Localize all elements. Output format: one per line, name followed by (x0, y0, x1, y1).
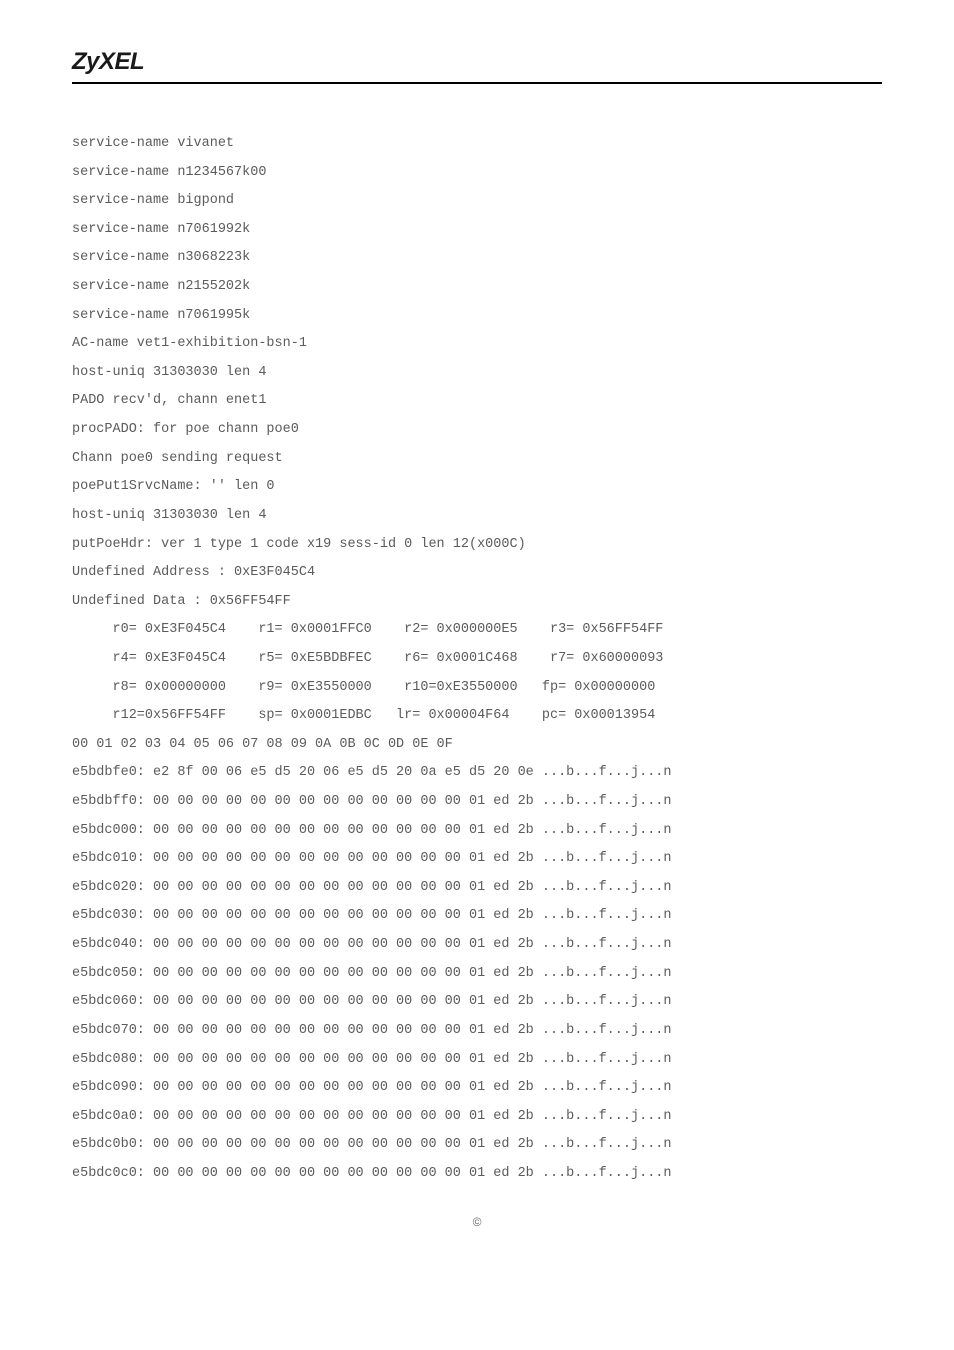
log-line: r0= 0xE3F045C4 r1= 0x0001FFC0 r2= 0x0000… (72, 616, 882, 645)
log-line: e5bdbff0: 00 00 00 00 00 00 00 00 00 00 … (72, 788, 882, 817)
log-line: e5bdc010: 00 00 00 00 00 00 00 00 00 00 … (72, 845, 882, 874)
log-output: service-name vivanetservice-name n123456… (72, 130, 882, 1189)
log-line: e5bdc0b0: 00 00 00 00 00 00 00 00 00 00 … (72, 1131, 882, 1160)
log-line: e5bdc040: 00 00 00 00 00 00 00 00 00 00 … (72, 931, 882, 960)
log-line: e5bdc0c0: 00 00 00 00 00 00 00 00 00 00 … (72, 1160, 882, 1189)
log-line: service-name n7061995k (72, 302, 882, 331)
log-line: PADO recv'd, chann enet1 (72, 387, 882, 416)
log-line: poePut1SrvcName: '' len 0 (72, 473, 882, 502)
log-line: 00 01 02 03 04 05 06 07 08 09 0A 0B 0C 0… (72, 731, 882, 760)
copyright-symbol: © (473, 1215, 482, 1229)
log-line: e5bdc000: 00 00 00 00 00 00 00 00 00 00 … (72, 817, 882, 846)
log-line: e5bdc060: 00 00 00 00 00 00 00 00 00 00 … (72, 988, 882, 1017)
brand-logo: ZyXEL (72, 48, 144, 75)
page-footer: © (72, 1215, 882, 1229)
log-line: e5bdc030: 00 00 00 00 00 00 00 00 00 00 … (72, 902, 882, 931)
log-line: service-name n2155202k (72, 273, 882, 302)
log-line: r8= 0x00000000 r9= 0xE3550000 r10=0xE355… (72, 674, 882, 703)
log-line: service-name vivanet (72, 130, 882, 159)
log-line: procPADO: for poe chann poe0 (72, 416, 882, 445)
log-line: host-uniq 31303030 len 4 (72, 359, 882, 388)
log-line: e5bdc080: 00 00 00 00 00 00 00 00 00 00 … (72, 1046, 882, 1075)
log-line: Undefined Address : 0xE3F045C4 (72, 559, 882, 588)
log-line: AC-name vet1-exhibition-bsn-1 (72, 330, 882, 359)
log-line: r12=0x56FF54FF sp= 0x0001EDBC lr= 0x0000… (72, 702, 882, 731)
log-line: e5bdc090: 00 00 00 00 00 00 00 00 00 00 … (72, 1074, 882, 1103)
log-line: host-uniq 31303030 len 4 (72, 502, 882, 531)
header-rule (72, 82, 882, 84)
log-line: service-name n7061992k (72, 216, 882, 245)
log-line: Chann poe0 sending request (72, 445, 882, 474)
log-line: e5bdc020: 00 00 00 00 00 00 00 00 00 00 … (72, 874, 882, 903)
log-line: e5bdc070: 00 00 00 00 00 00 00 00 00 00 … (72, 1017, 882, 1046)
log-line: r4= 0xE3F045C4 r5= 0xE5BDBFEC r6= 0x0001… (72, 645, 882, 674)
log-line: e5bdbfe0: e2 8f 00 06 e5 d5 20 06 e5 d5 … (72, 759, 882, 788)
log-line: e5bdc0a0: 00 00 00 00 00 00 00 00 00 00 … (72, 1103, 882, 1132)
log-line: service-name n3068223k (72, 244, 882, 273)
log-line: putPoeHdr: ver 1 type 1 code x19 sess-id… (72, 531, 882, 560)
log-line: Undefined Data : 0x56FF54FF (72, 588, 882, 617)
log-line: e5bdc050: 00 00 00 00 00 00 00 00 00 00 … (72, 960, 882, 989)
log-line: service-name n1234567k00 (72, 159, 882, 188)
page-header: ZyXEL (72, 48, 882, 76)
log-line: service-name bigpond (72, 187, 882, 216)
